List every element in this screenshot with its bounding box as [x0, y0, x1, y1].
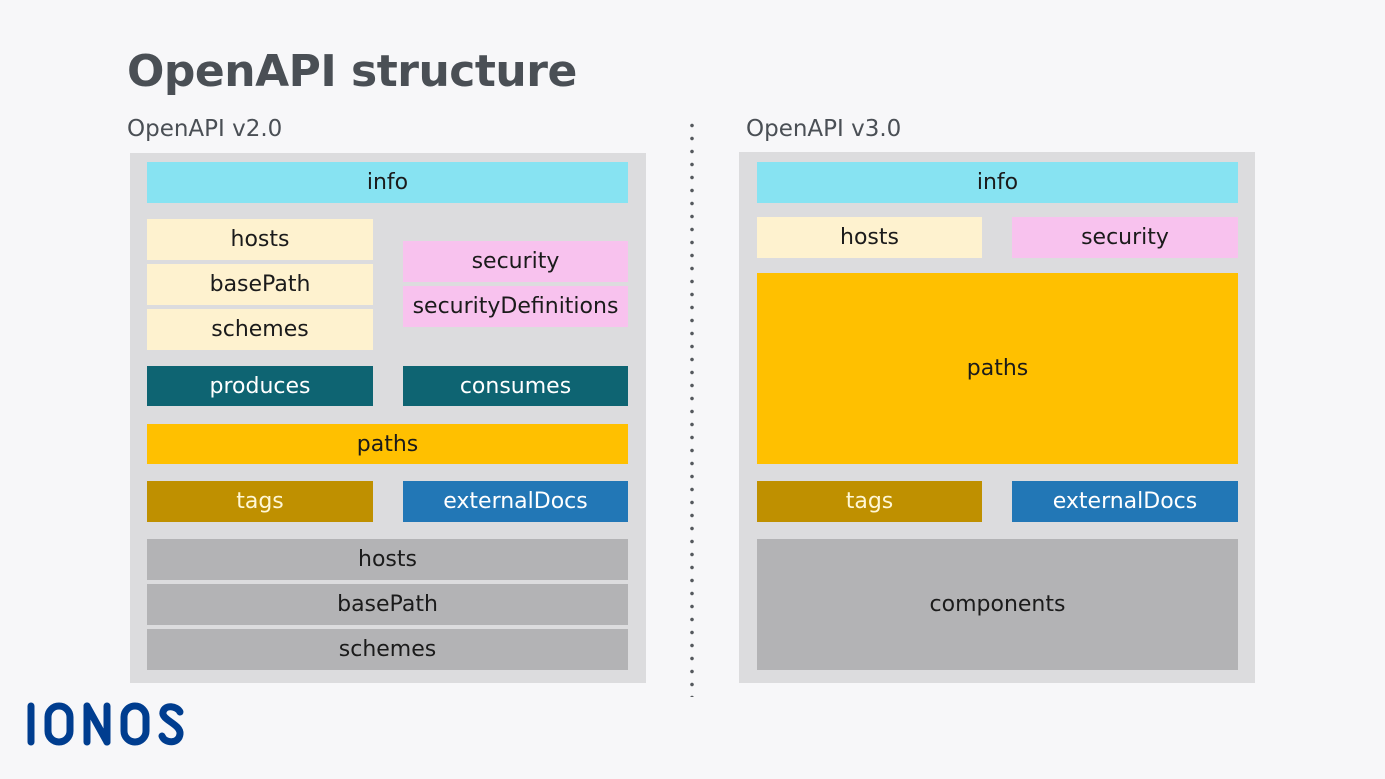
page-title: OpenAPI structure	[127, 46, 577, 97]
v2-external-docs-block: externalDocs	[403, 481, 628, 522]
v2-schemes-block: schemes	[147, 309, 373, 350]
v2-security-definitions-block: securityDefinitions	[403, 286, 628, 327]
v2-heading: OpenAPI v2.0	[127, 116, 283, 142]
v2-basepath-block: basePath	[147, 264, 373, 305]
v3-external-docs-block: externalDocs	[1012, 481, 1238, 522]
v2-security-block: security	[403, 241, 628, 282]
v2-hosts-block: hosts	[147, 219, 373, 260]
v3-heading: OpenAPI v3.0	[746, 116, 902, 142]
v2-consumes-block: consumes	[403, 366, 628, 406]
ionos-logo	[25, 700, 187, 753]
v3-security-block: security	[1012, 217, 1238, 258]
v2-info-block: info	[147, 162, 628, 203]
v3-hosts-block: hosts	[757, 217, 982, 258]
v2-paths-block: paths	[147, 424, 628, 464]
v2-schemes-responses-block: schemes	[147, 629, 628, 670]
v2-produces-block: produces	[147, 366, 373, 406]
dotted-divider	[690, 119, 694, 697]
v2-hosts-definitions-block: hosts	[147, 539, 628, 580]
v3-tags-block: tags	[757, 481, 982, 522]
v2-tags-block: tags	[147, 481, 373, 522]
v3-paths-block: paths	[757, 273, 1238, 464]
ionos-logo-mark	[27, 702, 184, 746]
v3-components-block: components	[757, 539, 1238, 670]
v2-basepath-parameters-block: basePath	[147, 584, 628, 625]
v3-info-block: info	[757, 162, 1238, 203]
